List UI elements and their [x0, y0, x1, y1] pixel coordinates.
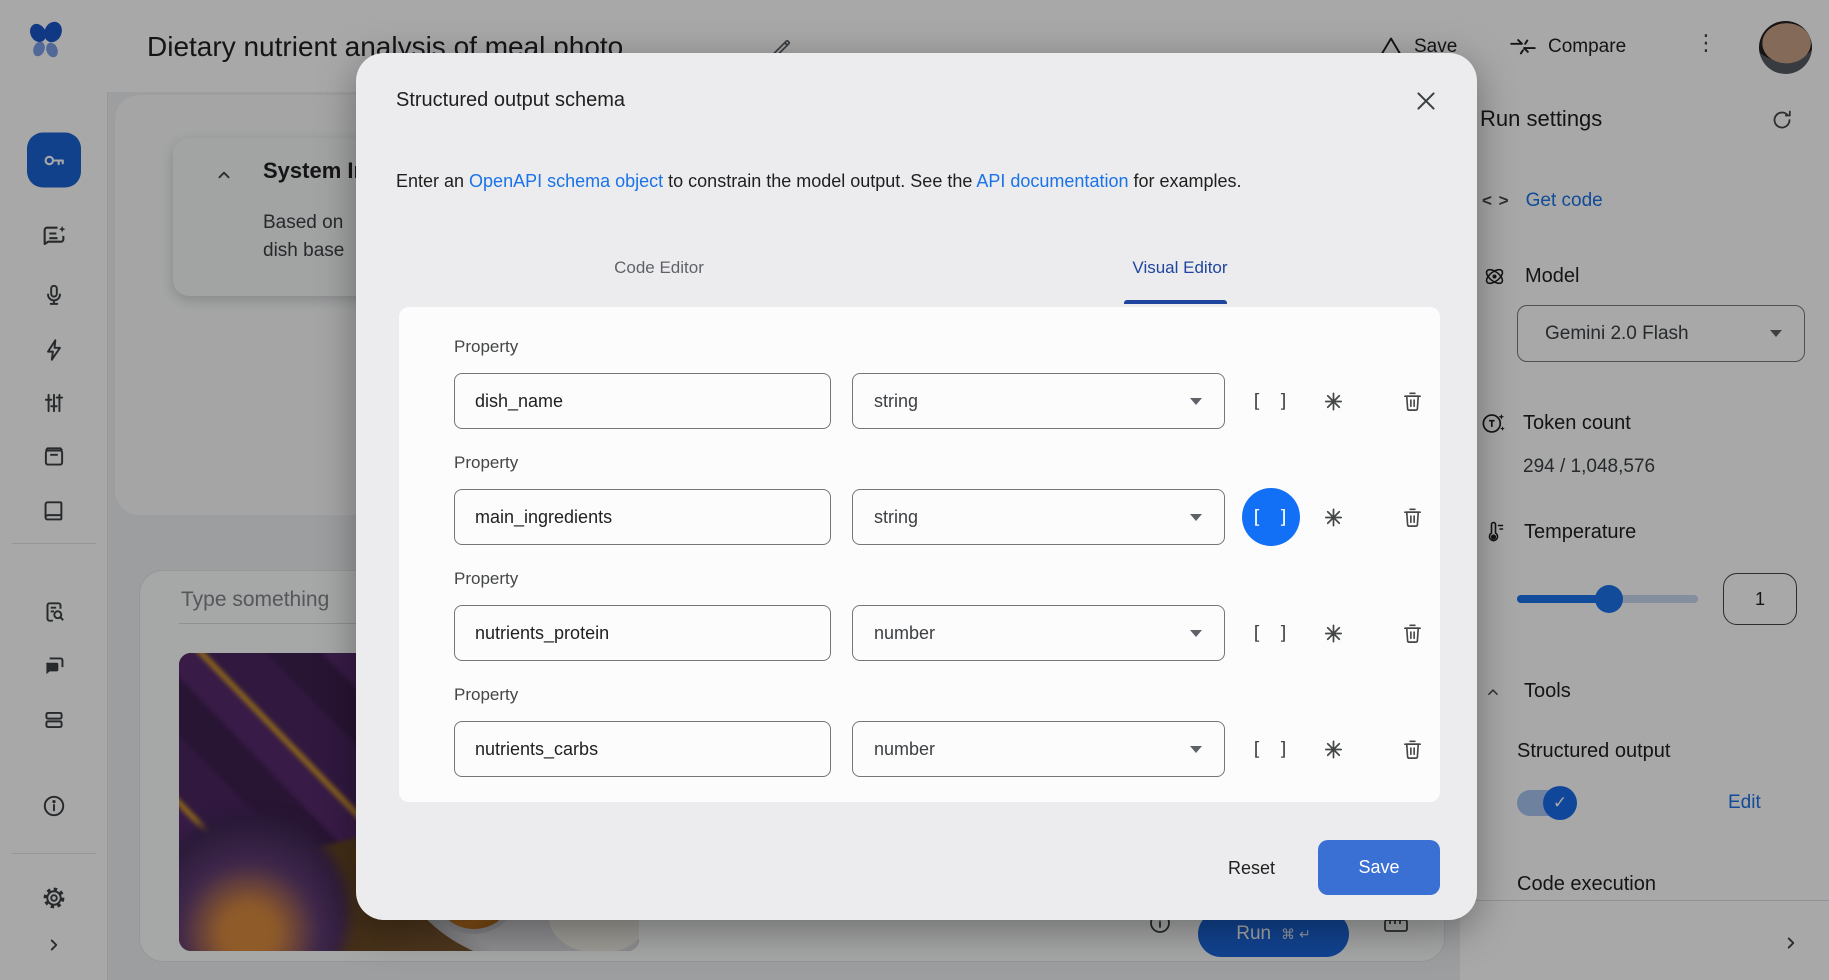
property-label: Property [454, 569, 518, 589]
openapi-schema-link[interactable]: OpenAPI schema object [469, 171, 663, 191]
chevron-down-icon [1190, 514, 1202, 521]
property-label: Property [454, 337, 518, 357]
required-asterisk-button[interactable] [1313, 497, 1353, 537]
property-name-input[interactable] [454, 605, 831, 661]
property-type-select[interactable]: string [852, 373, 1225, 429]
array-toggle-button[interactable]: [ ] [1242, 372, 1300, 430]
modal-description: Enter an OpenAPI schema object to constr… [396, 171, 1242, 192]
property-name-input[interactable] [454, 721, 831, 777]
modal-title: Structured output schema [396, 89, 625, 112]
property-type-value: string [874, 507, 918, 528]
delete-property-button[interactable] [1392, 613, 1432, 653]
schema-properties-panel: Property string [ ] Property [399, 307, 1440, 802]
chevron-down-icon [1190, 630, 1202, 637]
property-type-select[interactable]: number [852, 721, 1225, 777]
tab-code-editor[interactable]: Code Editor [399, 258, 919, 278]
delete-property-button[interactable] [1392, 381, 1432, 421]
chevron-down-icon [1190, 746, 1202, 753]
array-toggle-button[interactable]: [ ] [1242, 604, 1300, 662]
array-toggle-button-active[interactable]: [ ] [1242, 488, 1300, 546]
structured-output-modal: Structured output schema Enter an OpenAP… [356, 53, 1477, 920]
modal-save-button[interactable]: Save [1318, 840, 1440, 895]
chevron-down-icon [1190, 398, 1202, 405]
property-type-select[interactable]: number [852, 605, 1225, 661]
tab-visual-editor[interactable]: Visual Editor [920, 258, 1440, 278]
property-row: string [ ] [454, 488, 1432, 546]
reset-button[interactable]: Reset [1228, 858, 1275, 879]
property-label: Property [454, 453, 518, 473]
array-toggle-button[interactable]: [ ] [1242, 720, 1300, 778]
delete-property-button[interactable] [1392, 497, 1432, 537]
property-type-value: number [874, 623, 935, 644]
required-asterisk-button[interactable] [1313, 729, 1353, 769]
delete-property-button[interactable] [1392, 729, 1432, 769]
property-name-input[interactable] [454, 373, 831, 429]
property-type-value: number [874, 739, 935, 760]
property-row: number [ ] [454, 604, 1432, 662]
property-name-input[interactable] [454, 489, 831, 545]
required-asterisk-button[interactable] [1313, 613, 1353, 653]
property-row: string [ ] [454, 372, 1432, 430]
close-icon[interactable] [1413, 88, 1439, 114]
required-asterisk-button[interactable] [1313, 381, 1353, 421]
active-tab-underline [1124, 300, 1227, 304]
api-documentation-link[interactable]: API documentation [976, 171, 1128, 191]
property-type-value: string [874, 391, 918, 412]
property-type-select[interactable]: string [852, 489, 1225, 545]
property-label: Property [454, 685, 518, 705]
property-row: number [ ] [454, 720, 1432, 778]
app-root: Dietary nutrient analysis of meal photo … [0, 0, 1829, 980]
